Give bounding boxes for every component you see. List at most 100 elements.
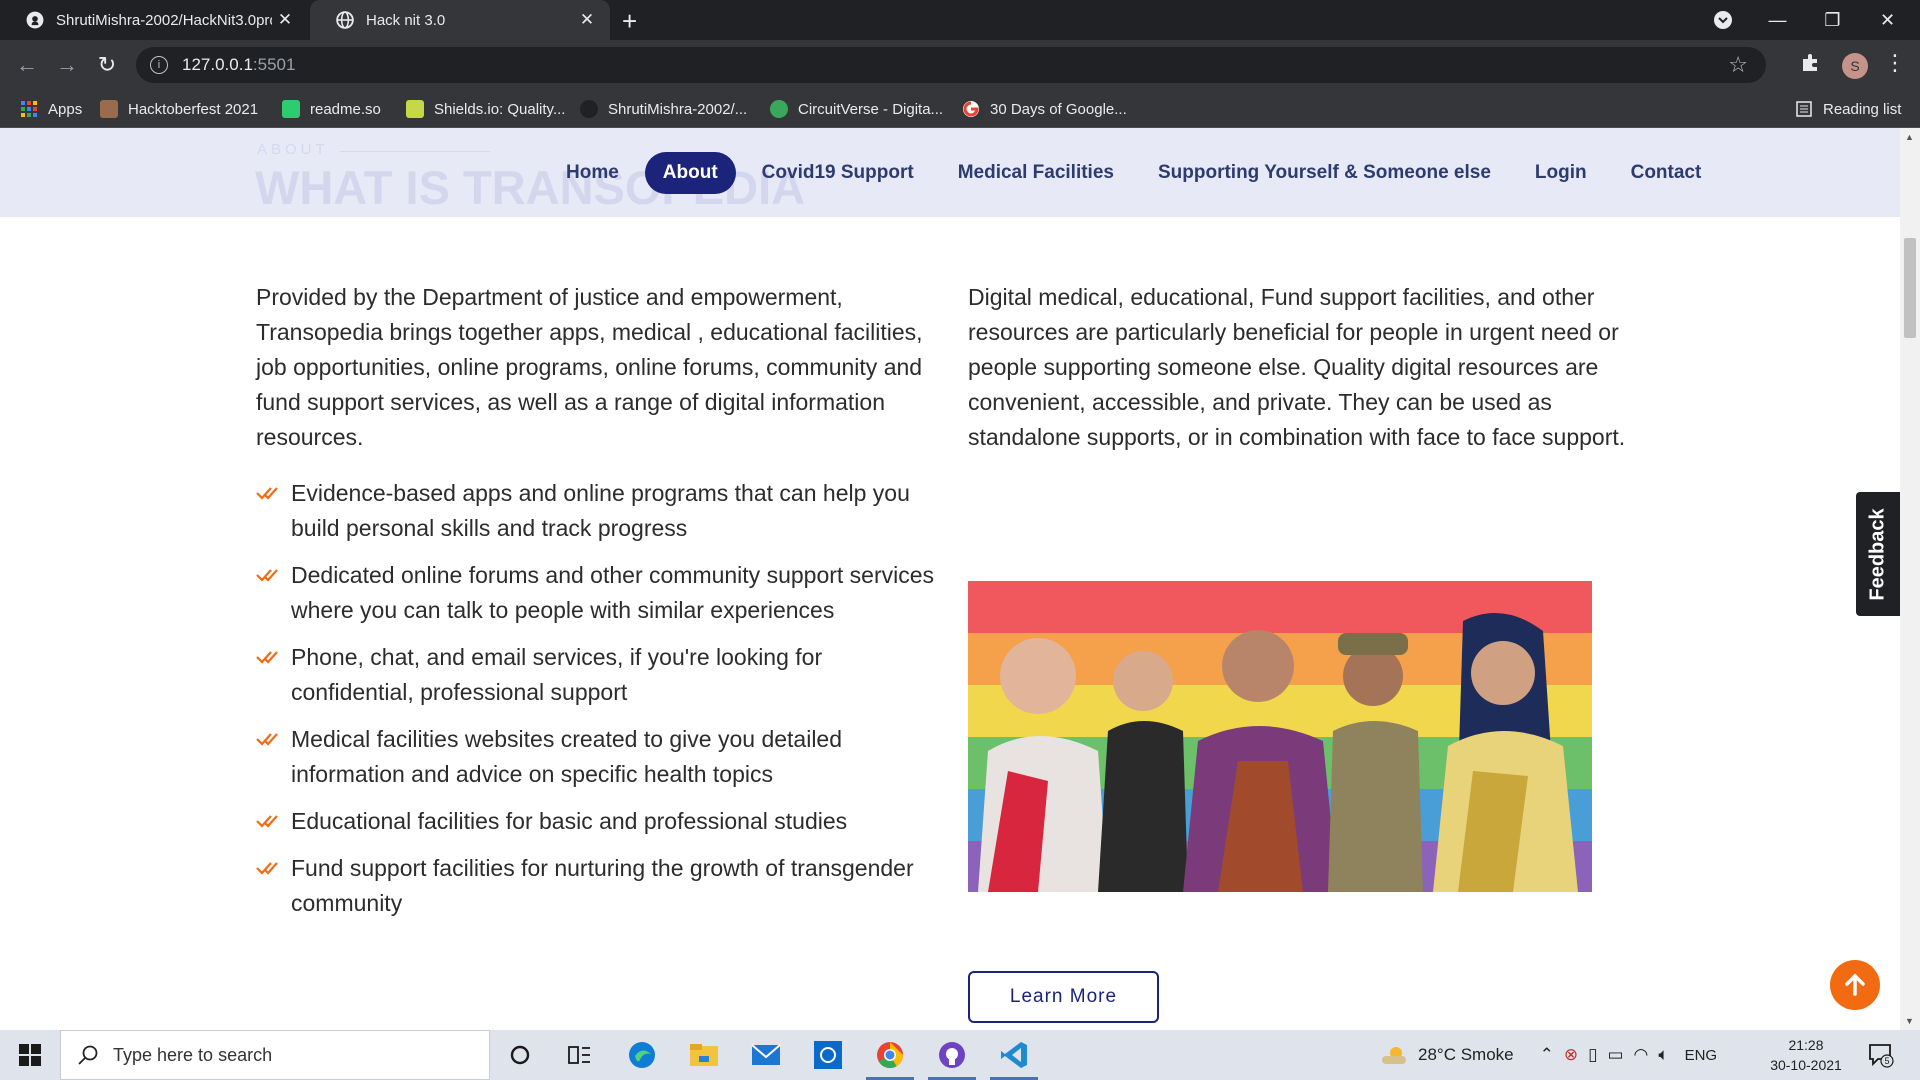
- nav-about[interactable]: About: [644, 152, 736, 194]
- mail-icon[interactable]: [738, 1030, 794, 1080]
- double-check-icon: [256, 487, 278, 500]
- site-header: ABOUT WHAT IS TRANSOPEDIA Home About Cov…: [0, 128, 1900, 217]
- address-bar[interactable]: i 127.0.0.1:5501 ☆: [136, 47, 1766, 83]
- list-item: Evidence-based apps and online programs …: [256, 476, 936, 546]
- language-indicator[interactable]: ENG: [1685, 1047, 1718, 1064]
- learn-more-button[interactable]: Learn More: [968, 971, 1159, 1023]
- clock-date: 30-10-2021: [1770, 1057, 1842, 1073]
- google-icon: [963, 101, 979, 117]
- minimize-icon[interactable]: —: [1750, 0, 1805, 40]
- forward-arrow-icon[interactable]: →: [52, 50, 82, 80]
- chrome-icon[interactable]: [862, 1030, 918, 1080]
- system-tray: 28°C Smoke ⌃ ⊗ ▯ ▭ ◠ 🔈︎ ENG: [1380, 1030, 1717, 1080]
- about-intro-paragraph: Provided by the Department of justice an…: [256, 284, 923, 450]
- globe-icon: [336, 11, 354, 29]
- circuitverse-icon: [770, 100, 788, 118]
- feedback-tab[interactable]: Feedback: [1856, 492, 1900, 616]
- taskbar-search-box[interactable]: Type here to search: [60, 1030, 490, 1080]
- tab-close-icon[interactable]: ✕: [272, 10, 298, 30]
- nav-covid19-support[interactable]: Covid19 Support: [744, 152, 932, 194]
- about-benefits-paragraph: Digital medical, educational, Fund suppo…: [968, 284, 1626, 450]
- battery-icon[interactable]: ▭: [1607, 1045, 1623, 1065]
- bookmark-apps[interactable]: Apps: [20, 90, 82, 128]
- list-item: Phone, chat, and email services, if you'…: [256, 640, 936, 710]
- page-viewport: ABOUT WHAT IS TRANSOPEDIA Home About Cov…: [0, 128, 1900, 1030]
- list-item: Educational facilities for basic and pro…: [256, 804, 936, 839]
- restore-icon[interactable]: ❐: [1805, 0, 1860, 40]
- volume-icon[interactable]: 🔈︎: [1658, 1045, 1668, 1065]
- bookmark-github-profile[interactable]: ShrutiMishra-2002/...: [580, 90, 747, 128]
- nav-supporting-yourself[interactable]: Supporting Yourself & Someone else: [1140, 152, 1509, 194]
- back-to-top-button[interactable]: [1830, 960, 1880, 1010]
- double-check-icon: [256, 569, 278, 582]
- antivirus-icon[interactable]: ⊗: [1564, 1045, 1578, 1065]
- scroll-up-arrow-icon[interactable]: ▲: [1905, 132, 1914, 142]
- section-label-line: [340, 151, 490, 152]
- browser-tab-strip: ShrutiMishra-2002/HackNit3.0project ✕ Ha…: [0, 0, 1920, 40]
- store-app-icon[interactable]: [800, 1030, 856, 1080]
- double-check-icon: [256, 815, 278, 828]
- nav-medical-facilities[interactable]: Medical Facilities: [940, 152, 1132, 194]
- tab-title: ShrutiMishra-2002/HackNit3.0project: [56, 11, 272, 29]
- windows-start-icon[interactable]: [0, 1030, 60, 1080]
- bookmark-shields[interactable]: Shields.io: Quality...: [406, 90, 565, 128]
- nav-home[interactable]: Home: [548, 152, 637, 194]
- bookmarks-bar: Apps Hacktoberfest 2021 readme.so Shield…: [0, 90, 1920, 128]
- readme-icon: [282, 100, 300, 118]
- cortana-icon[interactable]: [492, 1030, 548, 1080]
- nav-contact[interactable]: Contact: [1613, 152, 1720, 194]
- tab-close-icon[interactable]: ✕: [574, 10, 600, 30]
- list-item: Medical facilities websites created to g…: [256, 722, 936, 792]
- bookmark-star-icon[interactable]: ☆: [1728, 52, 1748, 78]
- reading-list-icon: [1796, 101, 1812, 117]
- browser-tab-hacknit[interactable]: Hack nit 3.0 ✕: [310, 0, 610, 40]
- weather-icon[interactable]: [1380, 1044, 1408, 1066]
- browser-menu-icon[interactable]: ⋮: [1884, 50, 1906, 76]
- vscode-icon[interactable]: [986, 1030, 1042, 1080]
- device-icon[interactable]: ▯: [1588, 1045, 1597, 1065]
- profile-avatar[interactable]: S: [1842, 53, 1868, 79]
- notification-center-icon[interactable]: 5: [1868, 1042, 1894, 1068]
- bookmark-google[interactable]: 30 Days of Google...: [962, 90, 1127, 128]
- tab-title: Hack nit 3.0: [366, 11, 446, 29]
- double-check-icon: [256, 862, 278, 875]
- list-item: Fund support facilities for nurturing th…: [256, 851, 936, 921]
- new-tab-plus-icon[interactable]: +: [622, 6, 637, 37]
- edge-icon[interactable]: [614, 1030, 670, 1080]
- double-check-icon: [256, 733, 278, 746]
- taskbar-clock[interactable]: 21:28 30-10-2021: [1766, 1035, 1846, 1075]
- bookmark-circuitverse[interactable]: CircuitVerse - Digita...: [770, 90, 943, 128]
- hacktoberfest-icon: [100, 100, 118, 118]
- page-scrollbar[interactable]: ▲ ▼: [1900, 128, 1920, 1030]
- wifi-icon[interactable]: ◠: [1634, 1045, 1649, 1065]
- search-placeholder: Type here to search: [113, 1044, 273, 1065]
- scrollbar-thumb[interactable]: [1904, 238, 1916, 338]
- scroll-down-arrow-icon[interactable]: ▼: [1905, 1016, 1914, 1026]
- github-icon: [26, 11, 44, 29]
- chevron-up-icon[interactable]: ⌃: [1540, 1045, 1554, 1065]
- reading-list[interactable]: Reading list: [1795, 90, 1901, 128]
- weather-text[interactable]: 28°C Smoke: [1418, 1045, 1514, 1065]
- file-explorer-icon[interactable]: [676, 1030, 732, 1080]
- window-close-icon[interactable]: ✕: [1860, 0, 1915, 40]
- url-text[interactable]: 127.0.0.1:5501: [182, 55, 295, 75]
- github-desktop-icon[interactable]: [924, 1030, 980, 1080]
- extensions-puzzle-icon[interactable]: [1800, 52, 1826, 78]
- bookmark-readme[interactable]: readme.so: [282, 90, 381, 128]
- apps-grid-icon: [21, 101, 37, 117]
- bookmark-hacktoberfest[interactable]: Hacktoberfest 2021: [100, 90, 258, 128]
- browser-tab-github[interactable]: ShrutiMishra-2002/HackNit3.0project ✕: [0, 0, 308, 40]
- shields-icon: [406, 100, 424, 118]
- task-view-icon[interactable]: [552, 1030, 608, 1080]
- site-info-icon[interactable]: i: [150, 56, 168, 74]
- feedback-label: Feedback: [1866, 507, 1889, 601]
- reload-icon[interactable]: ↻: [92, 50, 122, 80]
- feature-list: Evidence-based apps and online programs …: [256, 476, 936, 933]
- clock-time: 21:28: [1788, 1037, 1824, 1053]
- arrow-up-icon: [1845, 973, 1865, 996]
- search-icon: [78, 1045, 98, 1065]
- tab-search-icon[interactable]: [1695, 0, 1750, 40]
- windows-taskbar: Type here to search 28°C Smoke ⌃ ⊗ ▯ ▭ ◠…: [0, 1030, 1920, 1080]
- back-arrow-icon[interactable]: ←: [12, 50, 42, 80]
- nav-login[interactable]: Login: [1517, 152, 1605, 194]
